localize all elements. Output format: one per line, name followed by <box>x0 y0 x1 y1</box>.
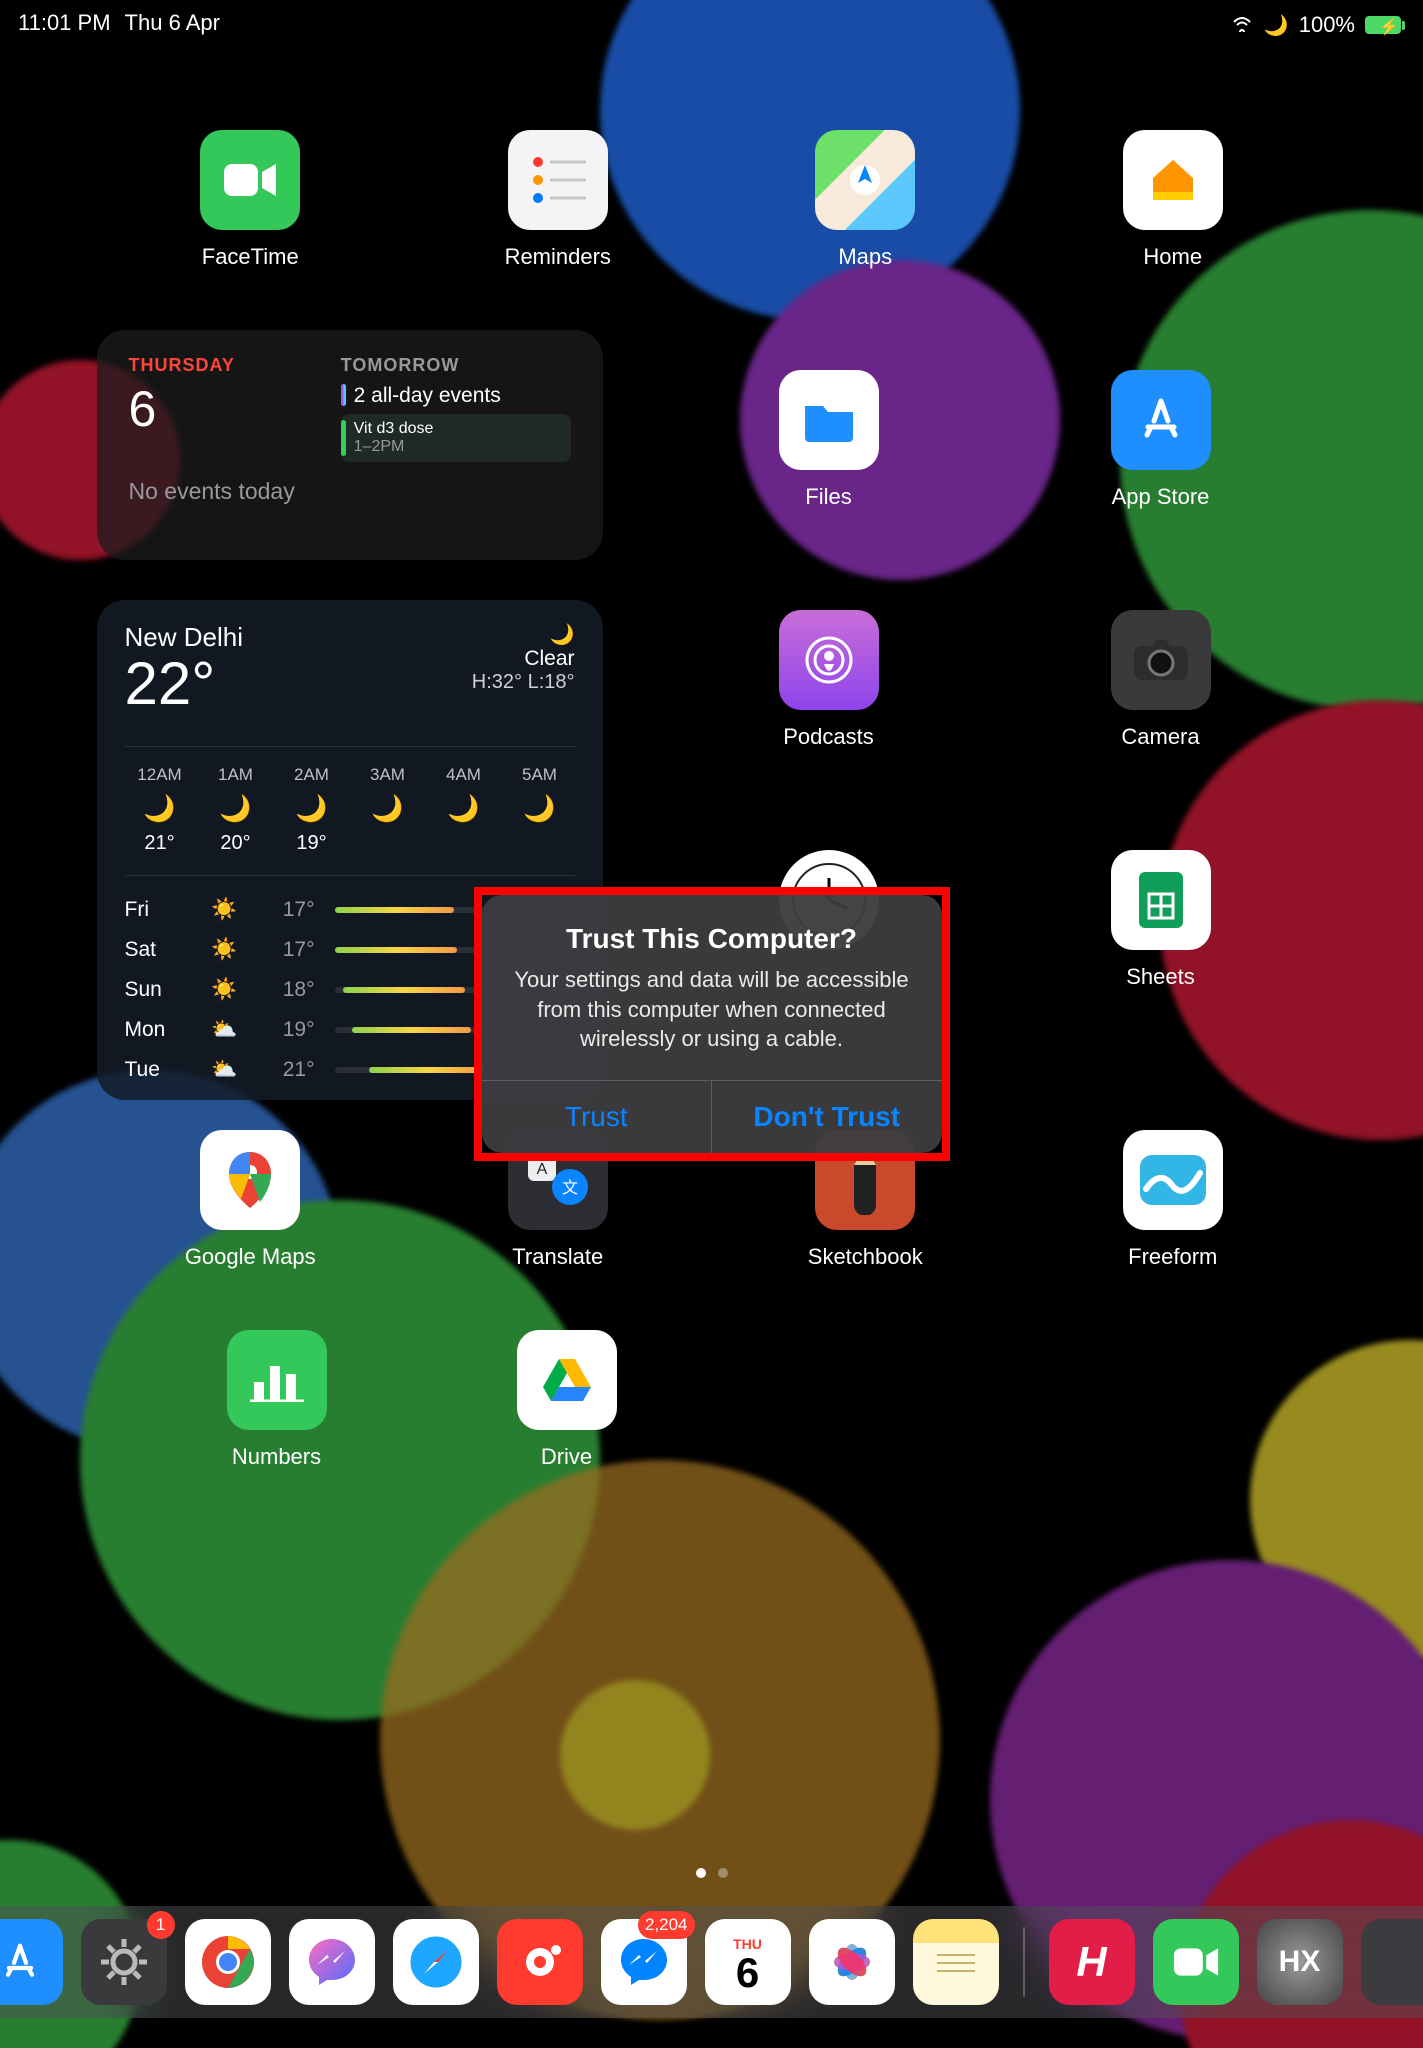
annotation-highlight: Trust This Computer? Your settings and d… <box>474 887 950 1161</box>
trust-dialog: Trust This Computer? Your settings and d… <box>482 895 942 1153</box>
dont-trust-button[interactable]: Don't Trust <box>711 1081 942 1153</box>
dialog-text: Your settings and data will be accessibl… <box>508 965 916 1054</box>
dialog-title: Trust This Computer? <box>508 923 916 955</box>
modal-overlay: Trust This Computer? Your settings and d… <box>0 0 1423 2048</box>
trust-button[interactable]: Trust <box>482 1081 712 1153</box>
